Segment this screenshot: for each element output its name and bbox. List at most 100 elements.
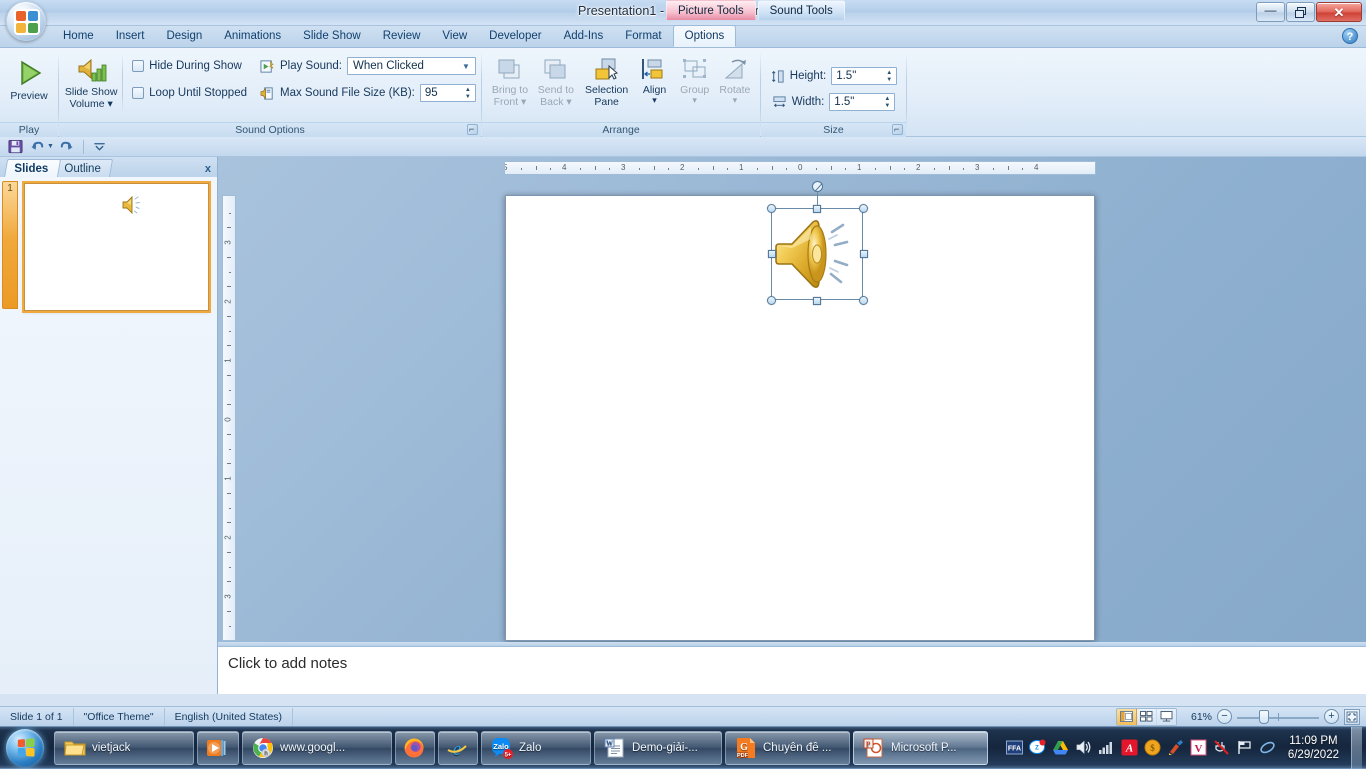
- start-button[interactable]: [2, 728, 48, 768]
- tab-add-ins[interactable]: Add-Ins: [553, 26, 615, 47]
- size-dialog-launcher[interactable]: [892, 122, 903, 136]
- slide-show-volume-button[interactable]: Slide Show Volume ▾: [64, 53, 118, 119]
- spinner-arrows-icon[interactable]: ▲ ▼: [880, 94, 894, 110]
- zoom-slider[interactable]: [1237, 709, 1319, 724]
- close-pane-icon[interactable]: x: [205, 163, 211, 175]
- resize-handle-top-right[interactable]: [859, 204, 868, 213]
- taskbar-clock[interactable]: 11:09 PM 6/29/2022: [1282, 734, 1345, 762]
- cleaner-icon[interactable]: [1167, 739, 1184, 756]
- fit-to-window-button[interactable]: [1344, 708, 1360, 725]
- resize-handle-middle-right[interactable]: [859, 250, 868, 258]
- undo-button[interactable]: [28, 138, 46, 155]
- taskbar-item-internet-explorer[interactable]: e: [438, 730, 478, 765]
- tab-developer[interactable]: Developer: [478, 26, 552, 47]
- resize-handle-top-center[interactable]: [813, 204, 821, 213]
- theme-name[interactable]: "Office Theme": [74, 707, 165, 726]
- max-file-size-input[interactable]: 95 ▲ ▼: [419, 84, 476, 102]
- language[interactable]: English (United States): [165, 707, 294, 726]
- align-caret-icon: ▾: [652, 95, 657, 105]
- resize-handle-top-left[interactable]: [767, 204, 776, 213]
- taskbar-item-chrome[interactable]: h www.googl...: [242, 730, 392, 765]
- sound-options-dialog-launcher[interactable]: [467, 122, 478, 136]
- minimize-button[interactable]: —: [1256, 2, 1285, 22]
- contextual-tab-headers: Picture Tools Sound Tools: [666, 0, 847, 20]
- zoom-slider-thumb[interactable]: [1259, 709, 1269, 724]
- resize-handle-bottom-left[interactable]: [767, 296, 776, 305]
- tab-insert[interactable]: Insert: [105, 26, 156, 47]
- taskbar-item-vietjack[interactable]: vietjack: [54, 730, 194, 765]
- slide-show-button[interactable]: [1157, 708, 1176, 725]
- taskbar-items: vietjack h www.googl... e Zalo 5+ Zalo W…: [54, 730, 988, 766]
- max-size-row: Max Sound File Size (KB): 95 ▲ ▼: [260, 83, 476, 103]
- height-input[interactable]: 1.5" ▲ ▼: [831, 67, 898, 85]
- loop-until-stopped-checkbox[interactable]: Loop Until Stopped: [129, 83, 250, 103]
- hide-during-show-checkbox[interactable]: Hide During Show: [129, 56, 250, 76]
- unplug-icon[interactable]: [1213, 739, 1230, 756]
- sound-checkbox-column: Hide During Show Loop Until Stopped: [129, 53, 250, 103]
- taskbar-item-firefox[interactable]: [395, 730, 435, 765]
- resize-handle-middle-left[interactable]: [767, 250, 776, 258]
- notes-pane[interactable]: Click to add notes: [218, 646, 1366, 694]
- slide-work-area: 5432101234 3210123: [218, 157, 1366, 694]
- tab-home[interactable]: Home: [52, 26, 105, 47]
- align-button[interactable]: Align ▾: [634, 53, 674, 119]
- tab-slides[interactable]: Slides: [4, 159, 62, 177]
- save-button[interactable]: [6, 138, 24, 155]
- normal-view-button[interactable]: [1117, 708, 1137, 725]
- show-desktop-button[interactable]: [1351, 726, 1362, 769]
- tab-options[interactable]: Options: [672, 25, 737, 47]
- close-button[interactable]: ✕: [1316, 2, 1362, 22]
- group-button[interactable]: Group ▾: [675, 53, 715, 119]
- title-bar: Presentation1 - Microsoft PowerPoint Pic…: [0, 0, 1366, 26]
- rotate-button[interactable]: Rotate ▾: [715, 53, 755, 119]
- taskbar-item-zalo[interactable]: Zalo 5+ Zalo: [481, 730, 591, 765]
- office-button[interactable]: [6, 1, 46, 41]
- powerpoint-window: Presentation1 - Microsoft PowerPoint Pic…: [0, 0, 1366, 769]
- tab-format[interactable]: Format: [614, 26, 672, 47]
- spinner-arrows-icon[interactable]: ▲ ▼: [461, 85, 475, 101]
- volume-icon[interactable]: [1075, 739, 1092, 756]
- slide-sorter-button[interactable]: [1137, 708, 1156, 725]
- horizontal-ruler[interactable]: 5432101234: [504, 161, 1096, 175]
- flag-icon[interactable]: [1236, 739, 1253, 756]
- avira-icon[interactable]: A: [1121, 739, 1138, 756]
- network-icon[interactable]: [1098, 739, 1115, 756]
- selection-pane-button[interactable]: Selection Pane: [579, 53, 635, 119]
- ffa-icon[interactable]: FFA: [1005, 739, 1023, 756]
- resize-handle-bottom-right[interactable]: [859, 296, 868, 305]
- coin-icon[interactable]: $: [1144, 739, 1161, 756]
- vertical-ruler[interactable]: 3210123: [222, 195, 236, 641]
- google-drive-icon[interactable]: [1052, 739, 1069, 756]
- taskbar-item-word[interactable]: W Demo-giải-...: [594, 730, 722, 765]
- taskbar-item-powerpoint[interactable]: P Microsoft P...: [853, 730, 988, 765]
- zoom-out-button[interactable]: −: [1217, 709, 1232, 724]
- redo-button[interactable]: [58, 138, 76, 155]
- send-to-back-button[interactable]: Send to Back ▾: [533, 53, 579, 119]
- rotation-handle[interactable]: [812, 181, 823, 192]
- tab-slide-show[interactable]: Slide Show: [292, 26, 372, 47]
- customize-qat-button[interactable]: [91, 138, 109, 155]
- slide-thumbnail-1[interactable]: [24, 183, 209, 311]
- loop-icon[interactable]: [1259, 739, 1276, 756]
- taskbar-item-media-player[interactable]: [197, 730, 239, 765]
- slide-count[interactable]: Slide 1 of 1: [0, 707, 74, 726]
- tab-review[interactable]: Review: [372, 26, 432, 47]
- tab-view[interactable]: View: [431, 26, 478, 47]
- bring-to-front-button[interactable]: Bring to Front ▾: [487, 53, 533, 119]
- resize-handle-bottom-center[interactable]: [813, 296, 821, 305]
- tab-animations[interactable]: Animations: [213, 26, 292, 47]
- restore-button[interactable]: [1286, 2, 1315, 22]
- v-icon[interactable]: V: [1190, 739, 1207, 756]
- taskbar-item-pdf[interactable]: G PDF Chuyên đề ...: [725, 730, 850, 765]
- undo-dropdown-icon[interactable]: ▼: [47, 143, 54, 150]
- preview-button[interactable]: Preview: [5, 53, 53, 119]
- zoom-in-button[interactable]: +: [1324, 709, 1339, 724]
- spinner-arrows-icon[interactable]: ▲ ▼: [882, 68, 896, 84]
- tab-design[interactable]: Design: [155, 26, 213, 47]
- zalo-tray-icon[interactable]: Z: [1028, 739, 1046, 756]
- width-input[interactable]: 1.5" ▲ ▼: [829, 93, 896, 111]
- play-sound-dropdown[interactable]: When Clicked ▼: [347, 57, 476, 75]
- tab-outline[interactable]: Outline: [53, 159, 114, 177]
- selected-sound-object[interactable]: [767, 181, 868, 305]
- help-icon[interactable]: ?: [1342, 28, 1358, 44]
